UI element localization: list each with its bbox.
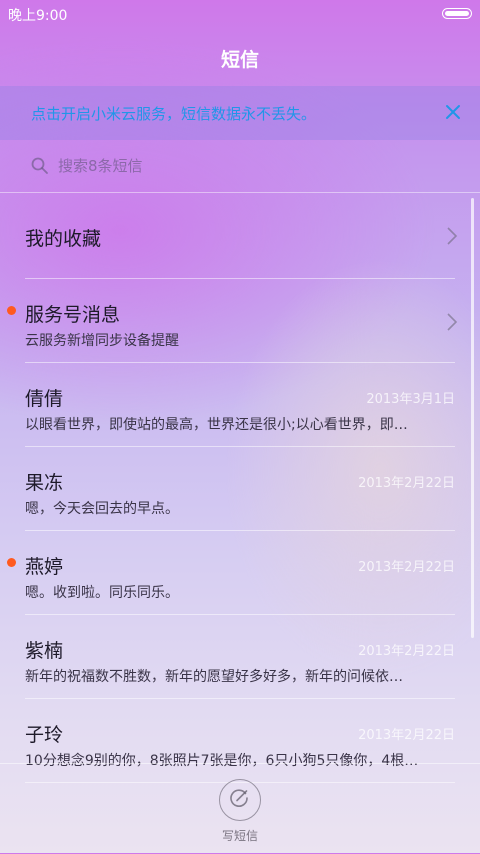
conversation-item[interactable]: 紫楠 2013年2月22日 新年的祝福数不胜数，新年的愿望好多好多，新年的问候依… <box>0 615 480 699</box>
close-icon[interactable] <box>440 99 466 125</box>
service-messages-item[interactable]: 服务号消息 云服务新增同步设备提醒 <box>0 279 480 363</box>
conversation-item[interactable]: 倩倩 2013年3月1日 以眼看世界，即使站的最高，世界还是很小;以心看世界，即… <box>0 363 480 447</box>
search-icon <box>30 156 50 176</box>
message-date: 2013年2月22日 <box>358 476 455 491</box>
message-preview: 以眼看世界，即使站的最高，世界还是很小;以心看世界，即… <box>25 417 408 433</box>
compose-button[interactable] <box>219 779 261 821</box>
message-date: 2013年2月22日 <box>358 560 455 575</box>
search-input[interactable] <box>58 154 438 178</box>
status-time: 晚上9:00 <box>8 8 68 24</box>
title-bar: 短信 <box>0 28 480 86</box>
message-date: 2013年3月1日 <box>366 392 455 407</box>
battery-icon <box>442 8 472 19</box>
favorites-label: 我的收藏 <box>25 228 102 250</box>
conversation-item[interactable]: 燕婷 2013年2月22日 嗯。收到啦。同乐同乐。 <box>0 531 480 615</box>
conversation-item[interactable]: 果冻 2013年2月22日 嗯，今天会回去的早点。 <box>0 447 480 531</box>
cloud-service-banner[interactable]: 点击开启小米云服务，短信数据永不丢失。 <box>0 86 480 140</box>
contact-name: 倩倩 <box>25 388 64 410</box>
contact-name: 紫楠 <box>25 640 64 662</box>
compose-label[interactable]: 写短信 <box>0 827 480 844</box>
scrollbar[interactable] <box>471 198 474 638</box>
service-name: 服务号消息 <box>25 304 121 326</box>
message-preview: 嗯。收到啦。同乐同乐。 <box>25 585 179 601</box>
unread-dot <box>7 306 16 315</box>
conversation-list: 我的收藏 服务号消息 云服务新增同步设备提醒 倩倩 2013年3月1日 以眼看世… <box>0 193 480 783</box>
contact-name: 子玲 <box>25 724 64 746</box>
message-preview: 嗯，今天会回去的早点。 <box>25 501 179 517</box>
status-bar: 晚上9:00 <box>0 0 480 28</box>
search-bar[interactable] <box>0 140 480 193</box>
favorites-item[interactable]: 我的收藏 <box>0 193 480 279</box>
service-preview: 云服务新增同步设备提醒 <box>25 333 179 349</box>
message-preview: 新年的祝福数不胜数，新年的愿望好多好多，新年的问候依… <box>25 669 403 685</box>
message-date: 2013年2月22日 <box>358 644 455 659</box>
contact-name: 燕婷 <box>25 556 64 578</box>
message-date: 2013年2月22日 <box>358 728 455 743</box>
banner-text[interactable]: 点击开启小米云服务，短信数据永不丢失。 <box>31 103 316 124</box>
chevron-right-icon <box>446 312 458 332</box>
bottom-bar: 写短信 <box>0 763 480 854</box>
chevron-right-icon <box>446 226 458 246</box>
contact-name: 果冻 <box>25 472 64 494</box>
compose-icon <box>230 789 248 807</box>
unread-dot <box>7 558 16 567</box>
page-title: 短信 <box>220 49 259 71</box>
